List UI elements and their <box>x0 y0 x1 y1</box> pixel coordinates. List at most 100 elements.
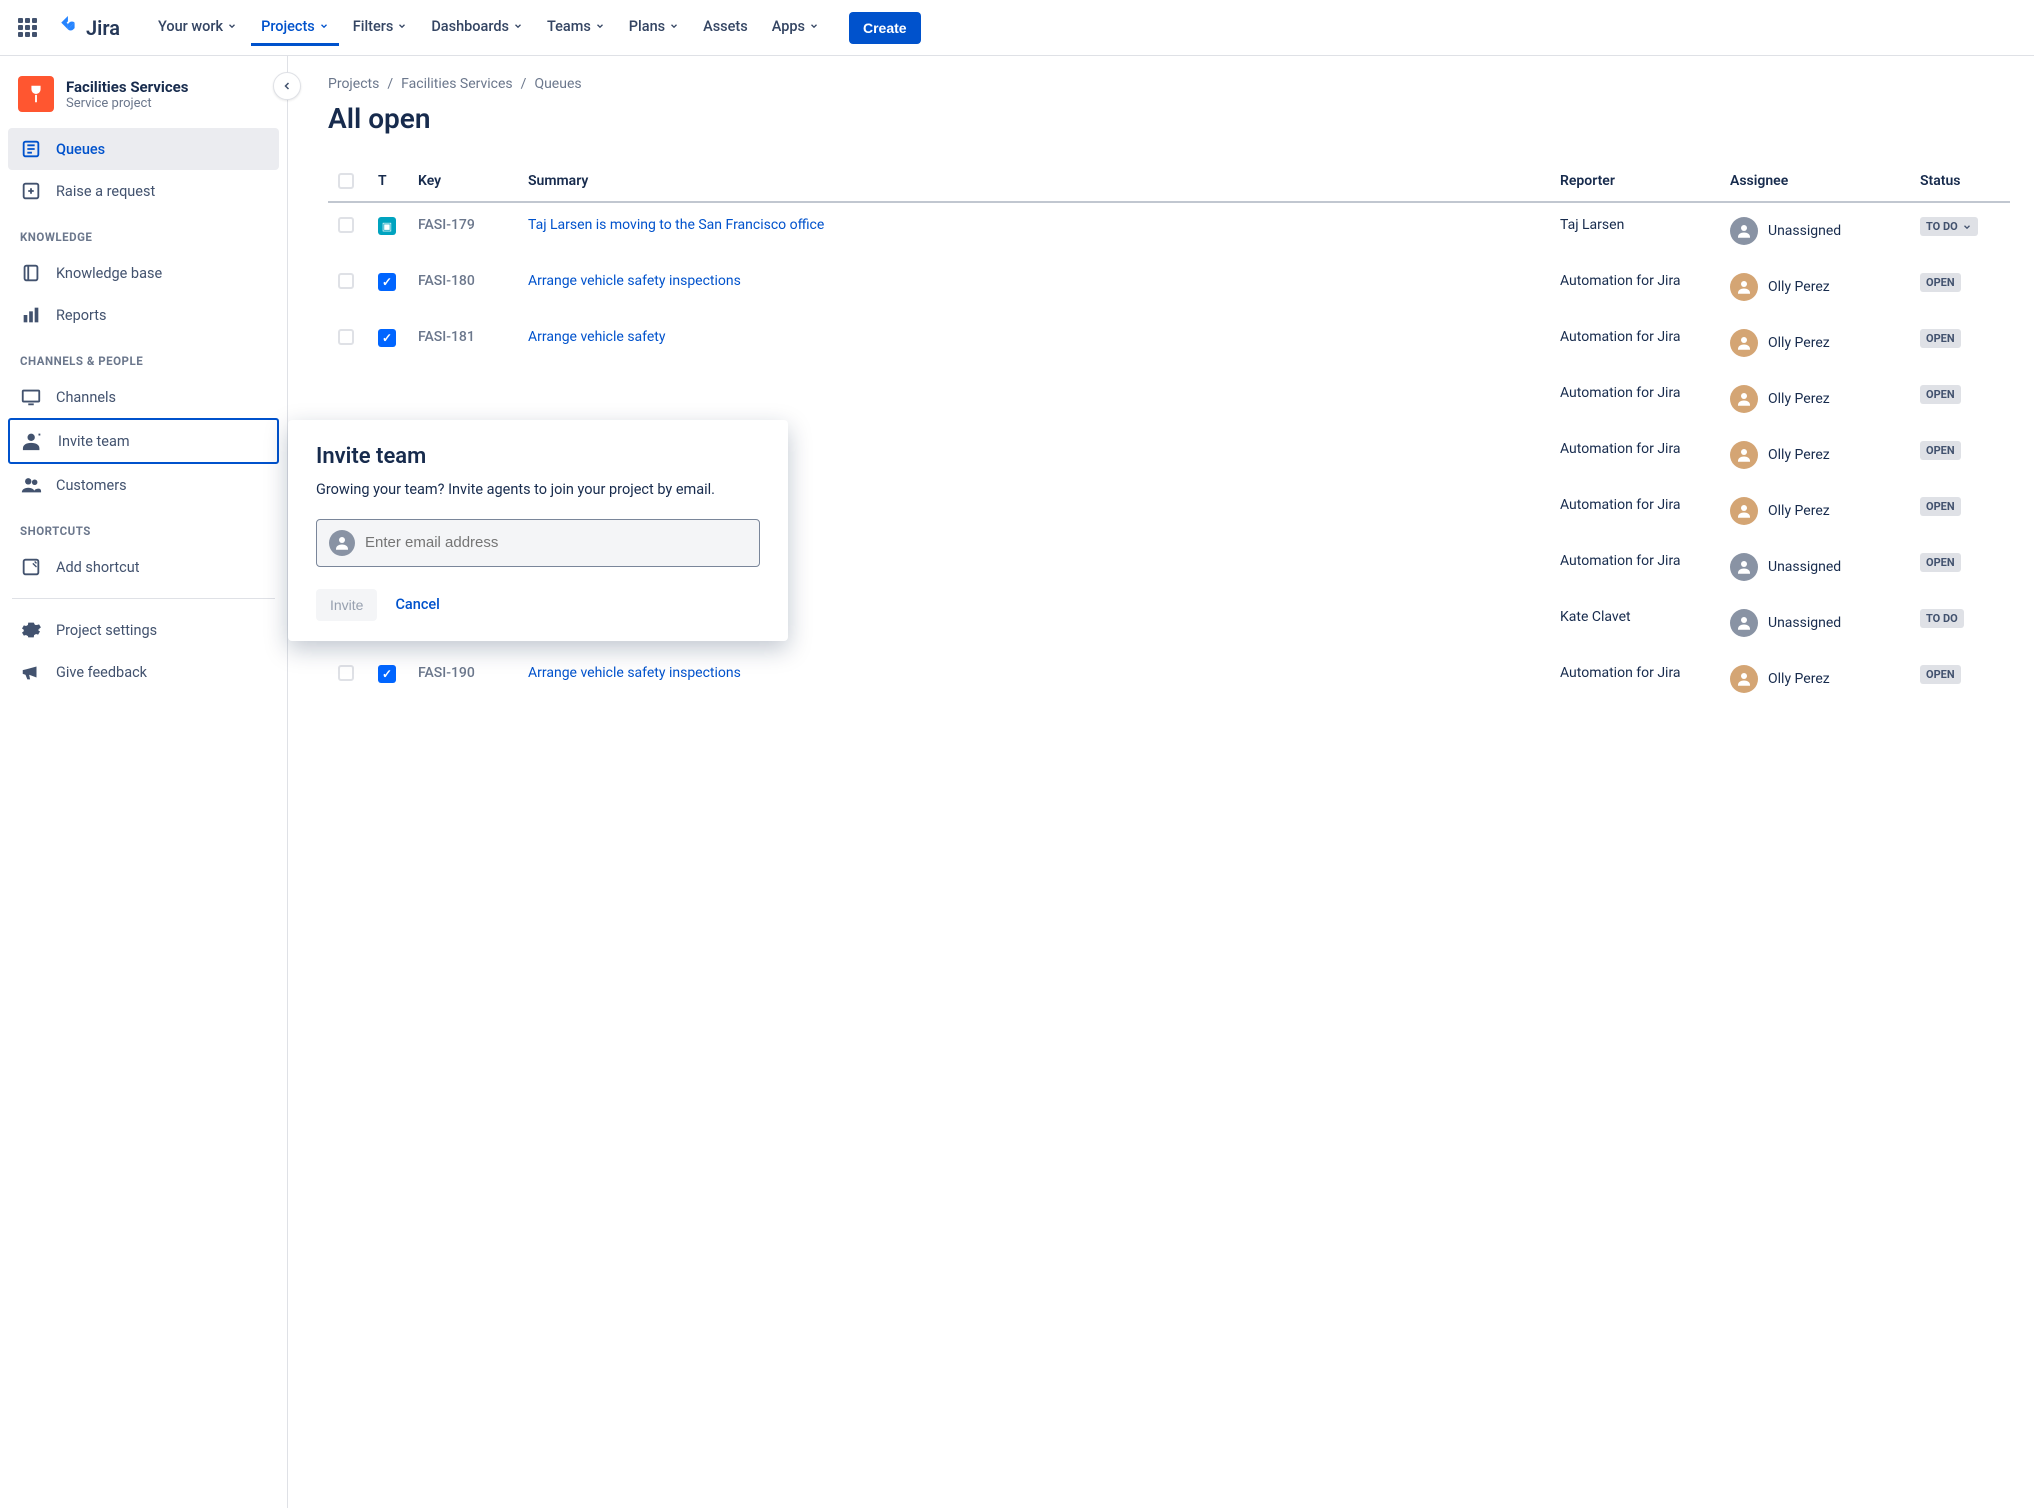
row-checkbox[interactable] <box>338 329 354 345</box>
jira-logo[interactable]: Jira <box>56 16 120 40</box>
unassigned-avatar-icon <box>1730 553 1758 581</box>
row-checkbox[interactable] <box>338 273 354 289</box>
status-badge[interactable]: OPEN <box>1920 553 1961 572</box>
status-badge[interactable]: TO DO <box>1920 217 1978 236</box>
status-badge[interactable]: OPEN <box>1920 385 1961 404</box>
nav-item-projects[interactable]: Projects <box>251 10 339 46</box>
breadcrumb-separator: / <box>521 76 527 92</box>
breadcrumb: Projects/Facilities Services/Queues <box>328 76 2010 92</box>
breadcrumb-item[interactable]: Facilities Services <box>401 76 513 92</box>
reporter: Taj Larsen <box>1550 202 1720 259</box>
issue-summary-link[interactable]: Arrange vehicle safety inspections <box>528 665 741 681</box>
nav-items: Your workProjectsFiltersDashboardsTeamsP… <box>148 10 829 46</box>
main-content: Projects/Facilities Services/Queues All … <box>288 56 2034 1508</box>
invite-button[interactable]: Invite <box>316 589 377 621</box>
table-row: FASI-190 Arrange vehicle safety inspectio… <box>328 651 2010 707</box>
breadcrumb-item[interactable]: Projects <box>328 76 379 92</box>
person-icon <box>329 530 355 556</box>
issue-key[interactable]: FASI-179 <box>408 202 518 259</box>
table-row: Automation for JiraOlly PerezOPEN <box>328 371 2010 427</box>
reporter: Automation for Jira <box>1550 539 1720 595</box>
reporter: Automation for Jira <box>1550 259 1720 315</box>
app-switcher-icon[interactable] <box>16 16 40 40</box>
issue-type-icon <box>378 329 396 347</box>
email-input[interactable] <box>365 534 747 551</box>
avatar <box>1730 273 1758 301</box>
column-header[interactable] <box>328 163 368 202</box>
sidebar-item-project-settings[interactable]: Project settings <box>8 609 279 651</box>
status-badge[interactable]: OPEN <box>1920 665 1961 684</box>
sidebar-item-label: Project settings <box>56 622 157 639</box>
sidebar-item-customers[interactable]: Customers <box>8 464 279 506</box>
row-checkbox[interactable] <box>338 665 354 681</box>
sidebar-item-invite-team[interactable]: Invite team <box>8 418 279 464</box>
issue-summary-link[interactable]: Arrange vehicle safety inspections <box>528 273 741 289</box>
sidebar-item-label: Raise a request <box>56 183 155 200</box>
reporter: Automation for Jira <box>1550 371 1720 427</box>
project-type: Service project <box>66 96 188 111</box>
project-header: Facilities Services Service project <box>8 72 279 128</box>
page-title: All open <box>328 102 2010 135</box>
column-header[interactable]: T <box>368 163 408 202</box>
issue-key[interactable]: FASI-180 <box>408 259 518 315</box>
issue-key[interactable] <box>408 371 518 427</box>
plus-box-icon <box>20 180 42 202</box>
project-title: Facilities Services <box>66 78 188 96</box>
assignee-name: Olly Perez <box>1768 671 1830 687</box>
column-header[interactable]: Reporter <box>1550 163 1720 202</box>
nav-item-your-work[interactable]: Your work <box>148 10 247 46</box>
reporter: Automation for Jira <box>1550 651 1720 707</box>
issue-type-icon <box>378 665 396 683</box>
top-navigation: Jira Your workProjectsFiltersDashboardsT… <box>0 0 2034 56</box>
column-header[interactable]: Summary <box>518 163 1550 202</box>
sidebar-section-knowledge: KNOWLEDGE <box>8 212 279 252</box>
sidebar-item-label: Add shortcut <box>56 559 140 576</box>
issue-type-icon <box>378 217 396 235</box>
issue-key[interactable]: FASI-190 <box>408 651 518 707</box>
create-button[interactable]: Create <box>849 12 921 44</box>
assignee-name: Olly Perez <box>1768 503 1830 519</box>
sidebar-item-add-shortcut[interactable]: Add shortcut <box>8 546 279 588</box>
cancel-button[interactable]: Cancel <box>395 596 439 613</box>
email-input-wrapper[interactable] <box>316 519 760 567</box>
sidebar-item-knowledge-base[interactable]: Knowledge base <box>8 252 279 294</box>
status-badge[interactable]: OPEN <box>1920 329 1961 348</box>
nav-item-assets[interactable]: Assets <box>693 10 758 46</box>
breadcrumb-item[interactable]: Queues <box>534 76 581 92</box>
status-badge[interactable]: OPEN <box>1920 497 1961 516</box>
issue-summary-link[interactable]: Taj Larsen is moving to the San Francisc… <box>528 217 824 233</box>
sidebar-item-label: Reports <box>56 307 107 324</box>
avatar <box>1730 329 1758 357</box>
popover-body: Growing your team? Invite agents to join… <box>316 479 760 501</box>
sidebar-item-give-feedback[interactable]: Give feedback <box>8 651 279 693</box>
sidebar-item-channels[interactable]: Channels <box>8 376 279 418</box>
nav-item-apps[interactable]: Apps <box>762 10 829 46</box>
column-header[interactable]: Assignee <box>1720 163 1910 202</box>
nav-item-plans[interactable]: Plans <box>619 10 689 46</box>
nav-item-dashboards[interactable]: Dashboards <box>421 10 533 46</box>
nav-item-teams[interactable]: Teams <box>537 10 615 46</box>
column-header[interactable]: Key <box>408 163 518 202</box>
row-checkbox[interactable] <box>338 217 354 233</box>
sidebar-item-reports[interactable]: Reports <box>8 294 279 336</box>
monitor-icon <box>20 386 42 408</box>
issue-key[interactable]: FASI-181 <box>408 315 518 371</box>
column-header[interactable]: Status <box>1910 163 2010 202</box>
assignee-name: Unassigned <box>1768 615 1841 631</box>
reporter: Kate Clavet <box>1550 595 1720 651</box>
reporter: Automation for Jira <box>1550 483 1720 539</box>
table-row: FASI-179 Taj Larsen is moving to the San … <box>328 202 2010 259</box>
assignee-name: Olly Perez <box>1768 447 1830 463</box>
status-badge[interactable]: OPEN <box>1920 273 1961 292</box>
sidebar-item-raise-a-request[interactable]: Raise a request <box>8 170 279 212</box>
select-all-checkbox[interactable] <box>338 173 354 189</box>
status-badge[interactable]: TO DO <box>1920 609 1964 628</box>
sidebar-section-channels: CHANNELS & PEOPLE <box>8 336 279 376</box>
status-badge[interactable]: OPEN <box>1920 441 1961 460</box>
person-plus-icon <box>22 430 44 452</box>
sidebar-item-queues[interactable]: Queues <box>8 128 279 170</box>
issue-summary-link[interactable]: Arrange vehicle safety <box>528 329 665 345</box>
sidebar: Facilities Services Service project Queu… <box>0 56 288 1508</box>
nav-item-filters[interactable]: Filters <box>343 10 418 46</box>
assignee-name: Unassigned <box>1768 223 1841 239</box>
